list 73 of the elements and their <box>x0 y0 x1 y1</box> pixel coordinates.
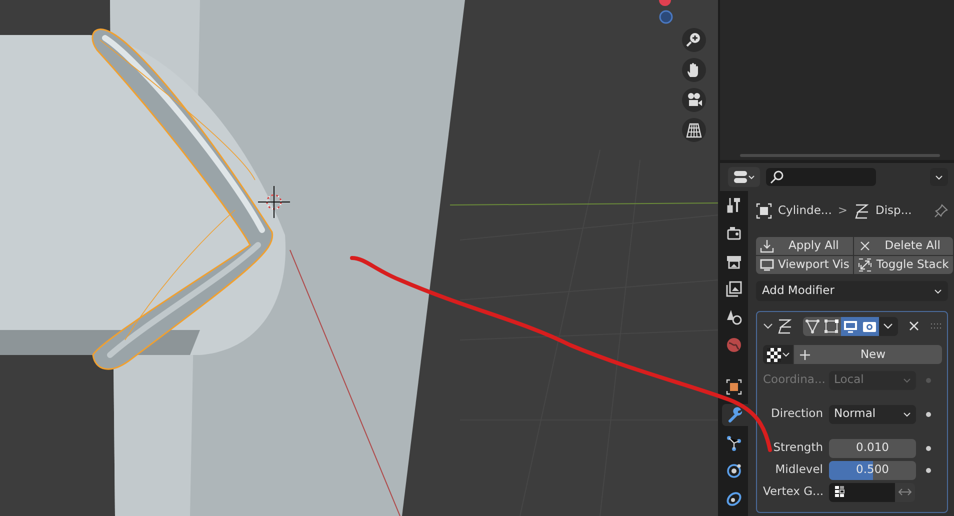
render-toggle[interactable] <box>860 316 879 336</box>
orbit-icon <box>726 463 742 479</box>
field-label: Strength <box>772 439 824 456</box>
field-label: Coordina... <box>763 371 826 388</box>
caret-icon <box>903 412 911 416</box>
edit-mode-toggle[interactable] <box>802 316 822 336</box>
camera-back-icon <box>726 225 742 241</box>
editor-type-icon <box>733 170 755 184</box>
keyframe-dot[interactable] <box>926 468 931 472</box>
properties-tab[interactable] <box>722 404 748 426</box>
vertex-box-icon <box>824 318 839 334</box>
number-field[interactable]: 0.010 <box>829 438 916 458</box>
dropdown-field: Local <box>829 370 916 390</box>
constraint-icon <box>726 491 742 507</box>
plus-icon <box>800 350 810 360</box>
drag-grip-icon <box>930 323 942 329</box>
expand-icon <box>858 258 872 272</box>
modifier-action-button[interactable]: Toggle Stack <box>854 256 953 274</box>
options-dropdown-button[interactable] <box>930 168 948 186</box>
breadcrumb-item[interactable]: Cylinde... <box>778 202 832 220</box>
download-arrow-icon <box>760 239 774 253</box>
caret-icon <box>903 378 911 382</box>
monitor-icon <box>842 318 858 334</box>
on-cage-toggle[interactable] <box>822 316 841 336</box>
pin-icon <box>934 204 948 218</box>
double-arrow-icon <box>898 488 912 496</box>
wrench-icon <box>727 407 743 423</box>
invert-toggle[interactable] <box>895 482 915 502</box>
breadcrumb-separator: > <box>838 202 848 220</box>
scrollbar[interactable] <box>740 154 940 157</box>
caret-icon <box>935 174 943 180</box>
checker-icon <box>766 348 780 362</box>
dropdown-field[interactable]: Normal <box>829 404 916 424</box>
viewport-toggle[interactable] <box>840 316 860 336</box>
image-stack-icon <box>726 281 742 297</box>
grid-icon <box>686 122 702 138</box>
close-icon <box>909 321 920 331</box>
displace-icon <box>777 318 793 334</box>
printer-icon <box>726 253 742 269</box>
keyframe-dot[interactable] <box>926 446 931 450</box>
modifier-action-button[interactable]: Delete All <box>854 237 953 255</box>
modifier-action-button[interactable]: Viewport Vis <box>756 256 854 274</box>
vertex-group-field[interactable] <box>829 482 895 502</box>
keyframe-dot[interactable] <box>926 378 931 382</box>
texture-selector[interactable] <box>763 345 793 364</box>
particles-icon <box>726 435 742 451</box>
search-icon <box>770 170 784 184</box>
search-field[interactable] <box>766 168 876 186</box>
globe-icon <box>726 337 742 353</box>
movie-camera-icon <box>686 92 702 108</box>
caret-icon <box>782 352 790 357</box>
field-label: Vertex G... <box>763 483 824 500</box>
object-square-icon <box>756 203 772 219</box>
new-texture-button[interactable]: New <box>794 345 942 364</box>
field-label: Midlevel <box>774 461 824 478</box>
wrench-screwdriver-icon <box>726 197 742 213</box>
modifier-action-button[interactable]: Apply All <box>756 237 854 255</box>
displace-icon <box>854 203 870 219</box>
editor-type-button[interactable] <box>728 167 760 187</box>
zoom-in-icon <box>686 32 702 48</box>
mesh-triangle-icon <box>804 318 820 334</box>
caret-icon <box>934 288 942 294</box>
add-modifier-dropdown[interactable]: Add Modifier <box>756 281 948 301</box>
close-icon <box>858 239 872 253</box>
breadcrumb-item[interactable]: Disp... <box>876 202 912 220</box>
collapse-chevron-icon[interactable] <box>763 321 773 331</box>
keyframe-dot[interactable] <box>926 412 931 416</box>
monitor-icon <box>760 258 774 272</box>
caret-icon <box>883 323 894 329</box>
field-label: Direction <box>770 405 824 422</box>
modifier-menu-button[interactable] <box>878 316 898 336</box>
cone-sphere-icon <box>726 309 742 325</box>
object-square-icon <box>726 379 742 395</box>
